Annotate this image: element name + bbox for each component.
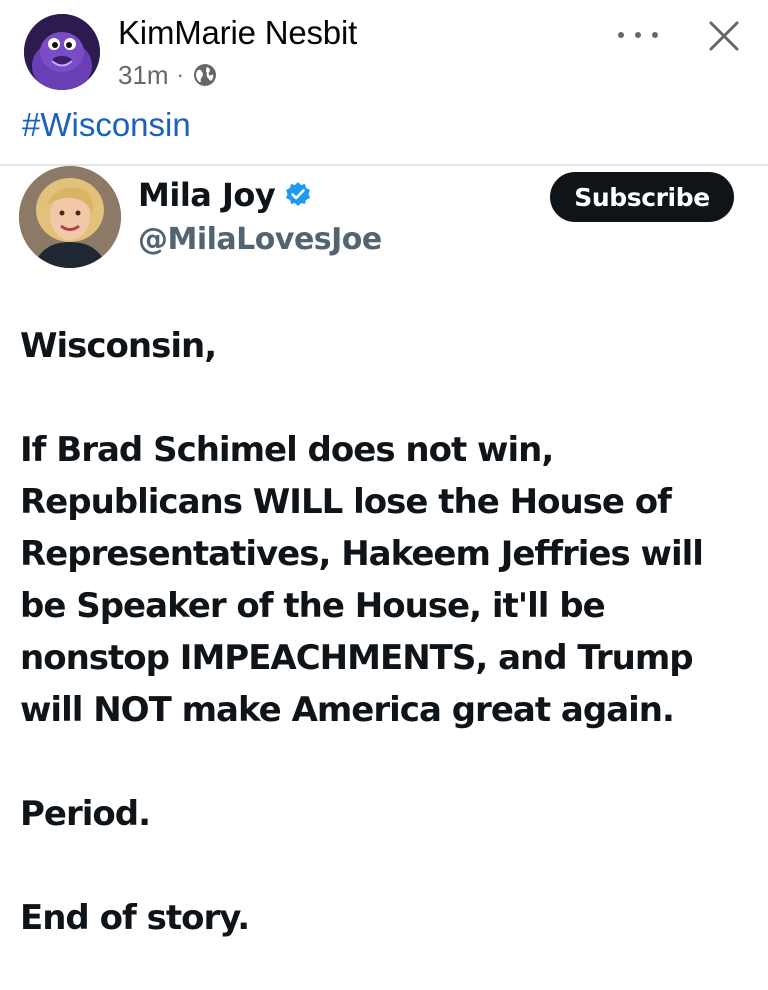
hashtag-link[interactable]: #Wisconsin (22, 106, 191, 144)
tweet-line: be Speaker of the House, it'll be (20, 586, 606, 626)
tweet-line: If Brad Schimel does not win, (20, 430, 554, 470)
tweet-line: Representatives, Hakeem Jeffries will (20, 534, 704, 574)
close-icon[interactable] (706, 18, 742, 54)
tweet-text: Wisconsin, If Brad Schimel does not win,… (20, 320, 750, 944)
author-avatar[interactable] (24, 14, 100, 90)
subscribe-button: Subscribe (550, 172, 734, 222)
tweet-line: nonstop IMPEACHMENTS, and Trump (20, 638, 694, 678)
more-options-icon[interactable] (618, 20, 658, 50)
tweet-line: Wisconsin, (20, 326, 217, 366)
post-timestamp[interactable]: 31m (118, 60, 169, 91)
tweet-line: Period. (20, 794, 151, 834)
tweet-line: Republicans WILL lose the House of (20, 482, 672, 522)
tweet-line: will NOT make America great again. (20, 690, 675, 730)
post-meta: 31m · (118, 58, 218, 92)
verified-badge-icon (283, 180, 313, 210)
divider (0, 164, 768, 166)
meta-separator: · (176, 62, 184, 87)
author-name[interactable]: KimMarie Nesbit (118, 14, 357, 52)
tweet-name-row: Mila Joy (138, 176, 313, 214)
tweet-line: End of story. (20, 898, 250, 938)
post-header: KimMarie Nesbit 31m · (0, 0, 768, 100)
tweet-author-name: Mila Joy (138, 176, 276, 214)
tweet-author-avatar (19, 166, 121, 268)
globe-icon (192, 62, 218, 88)
tweet-author-handle: @MilaLovesJoe (138, 222, 382, 257)
